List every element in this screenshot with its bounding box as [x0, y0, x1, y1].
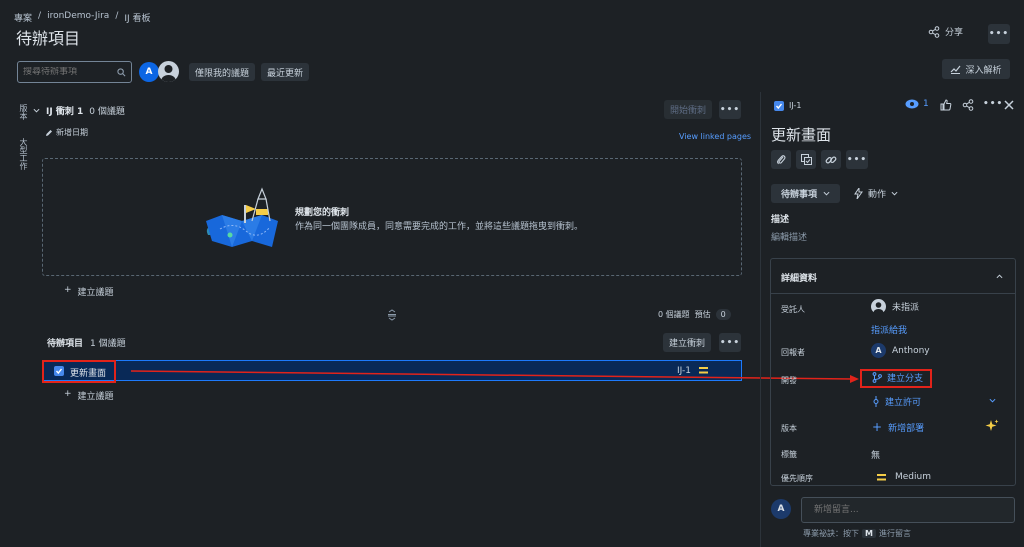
chevron-down-icon[interactable] — [989, 397, 996, 404]
assignee-label: 受託人 — [781, 305, 805, 314]
pro-tip-suffix: 進行留言 — [878, 529, 911, 538]
status-label: 待辦事項 — [780, 190, 817, 200]
reporter-label: 回報者 — [781, 348, 805, 357]
commit-icon — [873, 396, 879, 407]
description-editor[interactable]: 編輯描述 — [771, 230, 807, 243]
thumbs-up-icon[interactable] — [940, 99, 952, 111]
pro-tip: 專業祕訣：按下 M 進行留言 — [803, 528, 911, 539]
assignee-value[interactable]: 未指派 — [871, 299, 919, 314]
sparkle-icon[interactable] — [985, 419, 999, 433]
assignee-name: 未指派 — [892, 303, 920, 313]
comment-input[interactable] — [801, 497, 1015, 523]
attachment-button[interactable] — [771, 150, 791, 169]
actions-label: 動作 — [868, 190, 887, 200]
description-label: 描述 — [771, 215, 790, 225]
task-checkbox-icon — [774, 101, 784, 111]
details-header[interactable]: 詳細資料 — [771, 259, 1015, 294]
labels-value[interactable]: 無 — [871, 448, 880, 461]
eye-icon — [905, 99, 919, 109]
child-issue-button[interactable] — [796, 150, 816, 169]
pro-tip-key: M — [862, 529, 876, 538]
actions-dropdown[interactable]: 動作 — [854, 187, 898, 200]
more-icon[interactable]: ••• — [983, 99, 1003, 109]
unassigned-avatar-icon — [871, 299, 886, 314]
detail-title[interactable]: 更新畫面 — [771, 124, 831, 145]
labels-label: 標籤 — [781, 450, 797, 459]
add-deployment-link[interactable]: + 新增部署 — [872, 421, 924, 434]
share-icon[interactable] — [962, 99, 974, 111]
comment-avatar: A — [771, 499, 791, 519]
chevron-down-icon — [823, 191, 830, 196]
branch-annotation-box — [860, 369, 932, 388]
subtask-icon — [800, 154, 812, 165]
development-label: 開發 — [781, 376, 797, 385]
chevron-down-icon — [891, 191, 898, 196]
add-deployment-label: 新增部署 — [888, 424, 925, 434]
watch-count: 1 — [923, 99, 929, 109]
reporter-name: Anthony — [892, 345, 930, 356]
detail-quick-actions: ••• — [771, 150, 868, 169]
create-commit-label: 建立許可 — [885, 398, 922, 408]
paperclip-icon — [777, 155, 786, 165]
version-label: 版本 — [781, 424, 797, 433]
pro-tip-prefix: 專業祕訣：按下 — [803, 529, 859, 538]
status-dropdown[interactable]: 待辦事項 — [771, 184, 840, 203]
more-actions-button[interactable]: ••• — [846, 150, 868, 169]
reporter-value[interactable]: A Anthony — [871, 343, 930, 358]
details-card: 詳細資料 受託人 未指派 指派給我 回報者 A Anthony 開發 建立分支 … — [770, 258, 1016, 486]
reporter-avatar: A — [871, 343, 886, 358]
chevron-up-icon — [996, 274, 1003, 279]
plus-icon: + — [872, 420, 883, 434]
details-header-label: 詳細資料 — [781, 274, 818, 284]
priority-label: 優先順序 — [781, 474, 813, 483]
close-icon[interactable] — [1004, 100, 1014, 110]
priority-value[interactable]: Medium — [877, 472, 931, 482]
assign-to-me-link[interactable]: 指派給我 — [871, 323, 907, 336]
lightning-icon — [854, 188, 863, 199]
link-icon — [825, 156, 837, 163]
watch-button[interactable]: 1 — [905, 99, 929, 109]
priority-name: Medium — [895, 472, 931, 482]
create-commit-link[interactable]: 建立許可 — [872, 395, 921, 408]
detail-issue-key[interactable]: IJ-1 — [789, 101, 801, 110]
priority-medium-icon — [877, 473, 886, 480]
detail-panel: IJ-1 1 ••• 更新畫面 ••• 待辦事項 動作 描述 編輯描述 詳細資料 — [760, 92, 1024, 547]
link-issue-button[interactable] — [821, 150, 841, 169]
